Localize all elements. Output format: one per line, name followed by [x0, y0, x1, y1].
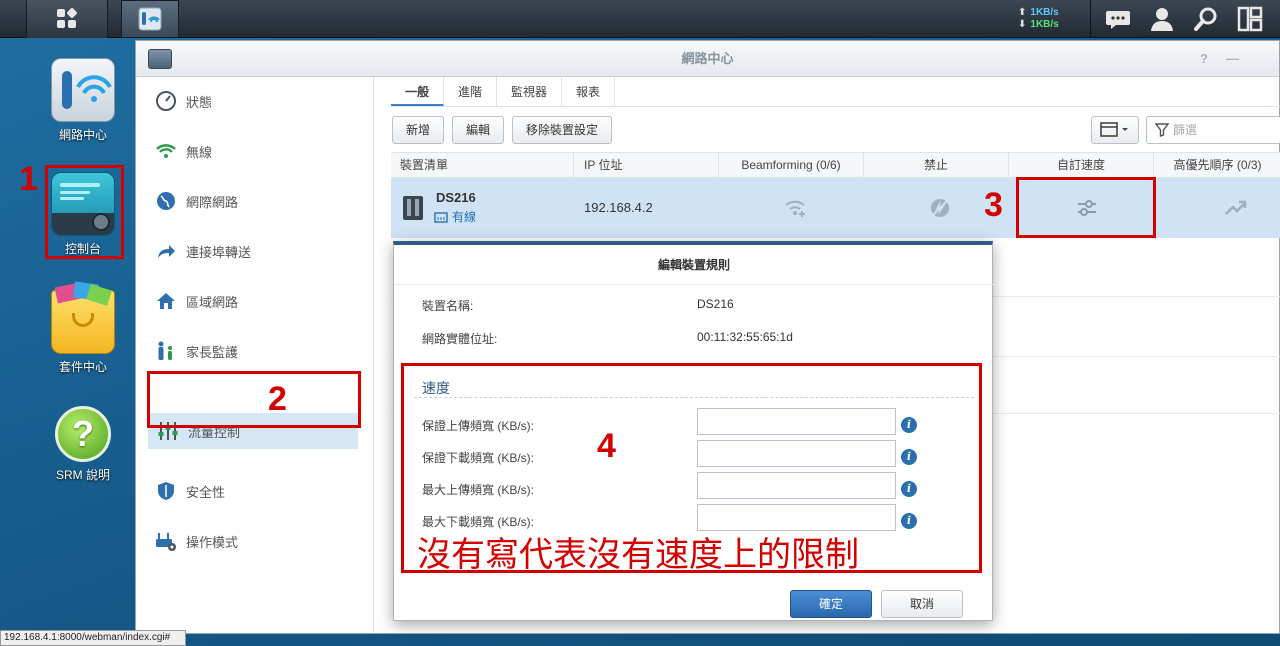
block-icon[interactable]: [929, 197, 951, 219]
tab-monitor[interactable]: 監視器: [497, 77, 563, 106]
filter-placeholder: 篩選: [1173, 123, 1198, 137]
help-button[interactable]: ?: [1200, 41, 1208, 77]
annotation-box-3: [1016, 177, 1156, 238]
device-name: DS216: [436, 190, 476, 205]
column-device-list[interactable]: 裝置清單: [391, 153, 574, 177]
edit-button[interactable]: 編輯: [452, 116, 504, 144]
sidebar-item-status[interactable]: 狀態: [136, 83, 374, 119]
desktop-icon-label: 網路中心: [58, 128, 107, 142]
window-titlebar[interactable]: 網路中心 ? —: [136, 41, 1279, 77]
user-icon[interactable]: [1148, 5, 1176, 33]
sidebar-item-label: 狀態: [186, 94, 213, 110]
column-beamforming[interactable]: Beamforming (0/6): [719, 153, 864, 177]
dialog-title[interactable]: 編輯裝置規則: [394, 245, 994, 285]
download-speed: 1KB/s: [1030, 19, 1059, 30]
home-network-icon: [154, 289, 178, 313]
column-ip-address[interactable]: IP 位址: [574, 153, 719, 177]
mac-address-label: 網路實體位址:: [422, 332, 498, 346]
taskbar-app-network-center[interactable]: [121, 0, 179, 38]
annotation-box-2: [147, 371, 361, 428]
filter-input[interactable]: 篩選: [1146, 116, 1280, 144]
minimize-button[interactable]: —: [1226, 41, 1239, 77]
column-high-priority[interactable]: 高優先順序 (0/3): [1154, 153, 1280, 177]
column-block[interactable]: 禁止: [864, 153, 1009, 177]
device-name-value: DS216: [697, 297, 734, 311]
family-icon: [154, 339, 178, 363]
tab-bar: 一般 進階 監視器 報表: [391, 77, 1280, 107]
search-icon[interactable]: [1192, 5, 1220, 33]
device-table-header: 裝置清單 IP 位址 Beamforming (0/6) 禁止 自訂速度 高優先…: [391, 152, 1280, 178]
taskbar: ⬆ 1KB/s ⬇ 1KB/s: [0, 0, 1280, 38]
network-speed-indicator: ⬆ 1KB/s ⬇ 1KB/s: [1018, 7, 1059, 30]
column-custom-speed[interactable]: 自訂速度: [1009, 153, 1154, 177]
beamforming-icon[interactable]: [784, 197, 808, 219]
router-mode-icon: [154, 529, 178, 553]
sidebar: 狀態 無線 網際網路 連接埠轉送 區域網路 家長監護 流量控制 安全性 操作模式: [136, 77, 374, 633]
tab-general[interactable]: 一般: [391, 77, 445, 106]
remove-device-settings-button[interactable]: 移除裝置設定: [512, 116, 612, 144]
annotation-number-1: 1: [19, 160, 38, 198]
sidebar-item-label: 網際網路: [186, 194, 239, 210]
sidebar-item-label: 無線: [186, 144, 213, 160]
sidebar-item-label: 家長監護: [186, 344, 239, 360]
main-menu-icon: [57, 7, 78, 29]
connection-label: 有線: [452, 210, 477, 224]
wifi-router-icon: [51, 58, 115, 122]
window-app-icon: [148, 49, 172, 69]
sidebar-item-wireless[interactable]: 無線: [136, 133, 374, 169]
cancel-button[interactable]: 取消: [881, 590, 963, 618]
annotation-number-4: 4: [597, 427, 616, 465]
desktop-package-center[interactable]: 套件中心: [35, 281, 131, 375]
main-menu-button[interactable]: [26, 0, 108, 38]
package-bag-icon: [51, 281, 115, 354]
filter-icon: [1155, 123, 1169, 137]
ok-button[interactable]: 確定: [790, 590, 872, 618]
window-title: 網路中心: [681, 51, 734, 66]
sidebar-item-operation-mode[interactable]: 操作模式: [136, 523, 374, 559]
connection-type: 有線: [434, 208, 476, 225]
shield-icon: [154, 479, 178, 503]
forward-arrow-icon: [154, 239, 178, 263]
sidebar-item-security[interactable]: 安全性: [136, 473, 374, 509]
sidebar-item-port-forwarding[interactable]: 連接埠轉送: [136, 233, 374, 269]
view-toggle-button[interactable]: [1091, 116, 1139, 144]
sidebar-item-internet[interactable]: 網際網路: [136, 183, 374, 219]
sidebar-item-label: 區域網路: [186, 294, 239, 310]
annotation-number-2: 2: [268, 380, 287, 418]
device-ip: 192.168.4.2: [584, 200, 653, 215]
desktop-srm-help[interactable]: ? SRM 說明: [35, 406, 131, 483]
widgets-icon[interactable]: [1236, 5, 1264, 33]
high-priority-icon[interactable]: [1224, 199, 1248, 217]
desktop-icon-label: 套件中心: [58, 360, 107, 374]
sidebar-item-label: 連接埠轉送: [186, 244, 252, 260]
nas-device-icon: [403, 196, 423, 220]
sidebar-item-local-network[interactable]: 區域網路: [136, 283, 374, 319]
upload-speed: 1KB/s: [1030, 7, 1059, 18]
globe-icon: [154, 189, 178, 213]
device-name-label: 裝置名稱:: [422, 299, 474, 313]
tab-advanced[interactable]: 進階: [444, 77, 498, 106]
sidebar-item-parental-control[interactable]: 家長監護: [136, 333, 374, 369]
sidebar-item-label: 操作模式: [186, 534, 239, 550]
wired-icon: [434, 211, 448, 223]
annotation-box-1: [45, 165, 124, 259]
annotation-number-3: 3: [984, 186, 1003, 224]
network-center-icon: [138, 7, 162, 31]
chat-icon[interactable]: [1104, 5, 1132, 33]
tab-report[interactable]: 報表: [562, 77, 616, 106]
desktop-network-center[interactable]: 網路中心: [35, 58, 131, 143]
wifi-icon: [154, 139, 178, 163]
list-view-icon: [1100, 122, 1128, 137]
sidebar-item-label: 安全性: [186, 484, 226, 500]
annotation-note: 沒有寫代表沒有速度上的限制: [417, 535, 859, 575]
add-button[interactable]: 新增: [392, 116, 444, 144]
mac-address-value: 00:11:32:55:65:1d: [697, 330, 793, 344]
gauge-icon: [154, 89, 178, 113]
browser-status-bar: 192.168.4.1:8000/webman/index.cgi#: [0, 630, 186, 646]
desktop-icon-label: SRM 說明: [55, 468, 110, 482]
help-icon: ?: [55, 406, 111, 462]
